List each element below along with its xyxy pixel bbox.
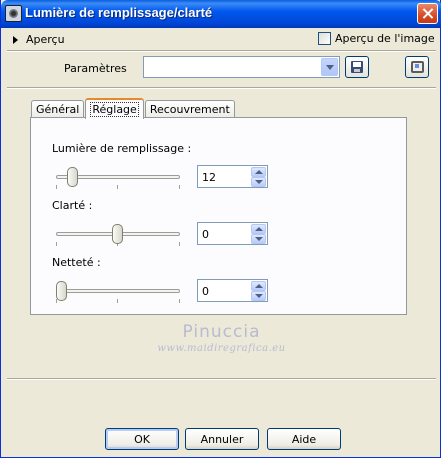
clarity-spinbox[interactable]: 0	[197, 222, 268, 245]
window-title: Lumière de remplissage/clarté	[25, 5, 213, 20]
ok-button-label: OK	[134, 432, 150, 446]
fill-light-slider[interactable]	[56, 166, 180, 189]
clarity-value[interactable]: 0	[202, 228, 209, 241]
clarity-label: Clarté :	[52, 199, 93, 212]
slider-thumb[interactable]	[67, 167, 78, 187]
tick	[179, 185, 180, 189]
sharpness-value[interactable]: 0	[202, 285, 209, 298]
header-divider	[7, 50, 436, 52]
image-preview-label: Aperçu de l'image	[335, 32, 435, 45]
slider-thumb[interactable]	[56, 281, 67, 301]
slider-thumb[interactable]	[112, 224, 123, 244]
help-button[interactable]: Aide	[267, 428, 341, 450]
help-button-label: Aide	[291, 432, 317, 446]
tick	[179, 242, 180, 246]
sharpness-label: Netteté :	[52, 256, 101, 269]
footer-divider	[7, 378, 436, 380]
chevron-down-icon[interactable]	[321, 58, 338, 76]
expand-triangle-icon	[13, 35, 18, 44]
tick	[56, 242, 57, 246]
spin-down-icon[interactable]	[251, 177, 266, 187]
params-divider	[7, 87, 436, 89]
ok-button[interactable]: OK	[105, 428, 179, 450]
tab-general-label: Général	[36, 103, 80, 116]
clarity-slider[interactable]	[56, 223, 180, 246]
title-bar[interactable]: Lumière de remplissage/clarté	[1, 0, 441, 28]
floppy-disk-icon	[351, 61, 363, 73]
tab-recouvrement-label: Recouvrement	[149, 103, 230, 116]
watermark-url: www.maidiregrafica.eu	[157, 343, 286, 354]
save-preset-button[interactable]	[345, 56, 369, 78]
settings-panel: Lumière de remplissage : 12 Clarté : 0 N…	[30, 117, 407, 315]
slider-ticks	[56, 299, 180, 303]
dialog-window: Lumière de remplissage/clarté Aperçu Ape…	[0, 0, 441, 458]
checkbox-box[interactable]	[318, 32, 331, 45]
tick	[117, 185, 118, 189]
tab-recouvrement[interactable]: Recouvrement	[144, 100, 235, 118]
params-label: Paramètres	[64, 62, 127, 75]
preview-toggle-label: Aperçu	[26, 33, 65, 46]
tick	[56, 185, 57, 189]
spin-down-icon[interactable]	[251, 291, 266, 301]
spin-up-icon[interactable]	[251, 224, 266, 234]
fill-light-spinbox[interactable]: 12	[197, 165, 268, 188]
fill-light-value[interactable]: 12	[202, 171, 216, 184]
reset-icon	[411, 61, 424, 73]
cancel-button[interactable]: Annuler	[185, 428, 259, 450]
image-preview-checkbox[interactable]: Aperçu de l'image	[318, 32, 435, 45]
params-select[interactable]	[143, 56, 340, 78]
close-button[interactable]	[417, 3, 438, 24]
spin-down-icon[interactable]	[251, 234, 266, 244]
tick	[179, 299, 180, 303]
fill-light-label: Lumière de remplissage :	[52, 142, 192, 155]
tick	[117, 299, 118, 303]
watermark-name: Pinuccia	[182, 322, 261, 342]
app-icon	[5, 5, 22, 22]
tab-general[interactable]: Général	[31, 100, 85, 118]
reset-button[interactable]	[405, 56, 429, 78]
tab-reglage-label: Réglage	[90, 102, 139, 117]
slider-track	[56, 289, 180, 293]
sharpness-spinbox[interactable]: 0	[197, 279, 268, 302]
cancel-button-label: Annuler	[200, 432, 244, 446]
spin-up-icon[interactable]	[251, 167, 266, 177]
tab-reglage[interactable]: Réglage	[85, 98, 144, 119]
spin-up-icon[interactable]	[251, 281, 266, 291]
preview-toggle[interactable]: Aperçu	[13, 33, 65, 46]
sharpness-slider[interactable]	[56, 280, 180, 303]
tab-bar: Général Réglage Recouvrement	[31, 97, 236, 119]
